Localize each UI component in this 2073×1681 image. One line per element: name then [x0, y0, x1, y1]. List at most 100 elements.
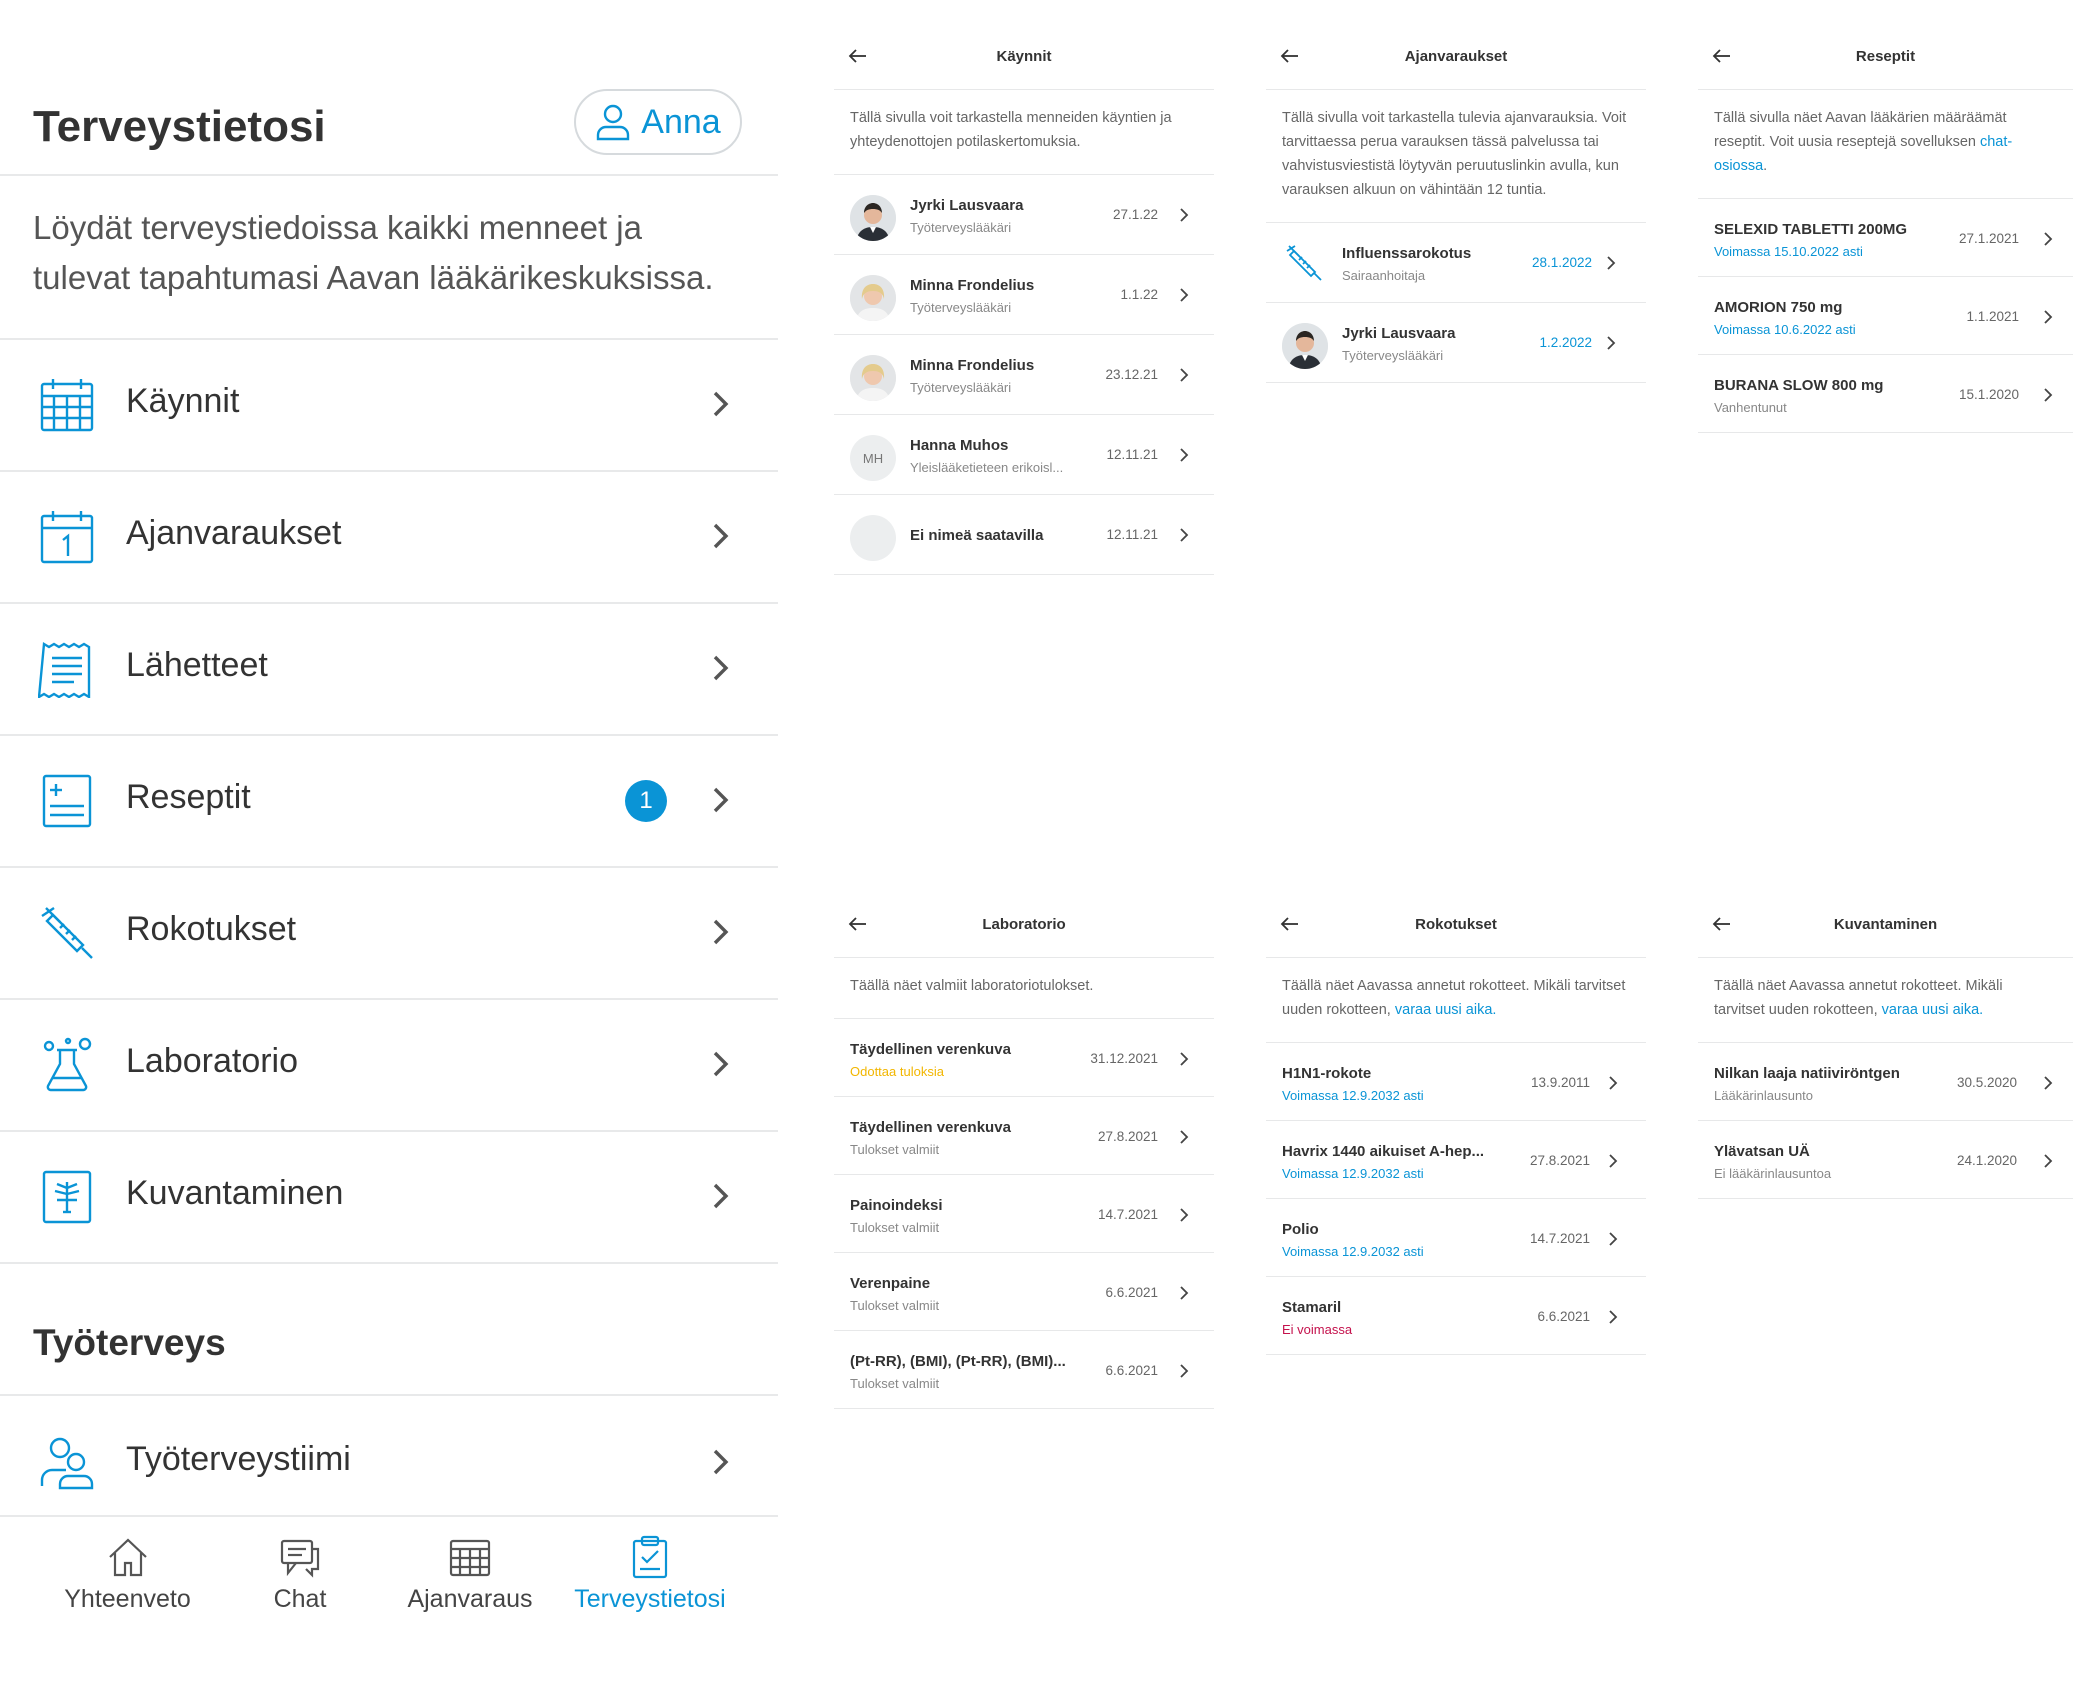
panel-header: Kuvantaminen [1698, 896, 2073, 958]
panel-title: Ajanvaraukset [1404, 48, 1508, 65]
row-name: Ylävatsan UÄ [1714, 1143, 1810, 1160]
list-item[interactable]: Täydellinen verenkuva Tulokset valmiit 2… [834, 1097, 1214, 1175]
chevron-right-icon [1180, 288, 1189, 302]
avatar-placeholder [850, 515, 896, 561]
row-subtitle: Lääkärinlausunto [1714, 1088, 1814, 1103]
row-date: 12.11.21 [1106, 527, 1158, 542]
row-name: SELEXID TABLETTI 200MG [1714, 221, 1908, 238]
list-item[interactable]: Ylävatsan UÄ Ei lääkärinlausuntoa 24.1.2… [1698, 1121, 2073, 1199]
profile-name: Anna [641, 102, 721, 141]
chevron-right-icon [713, 1183, 729, 1209]
list-item[interactable]: Influenssarokotus Sairaanhoitaja 28.1.20… [1266, 223, 1646, 303]
menu-item-laboratorio[interactable]: Laboratorio [0, 998, 778, 1130]
doctor-photo-icon [850, 355, 896, 401]
chevron-right-icon [2044, 1076, 2053, 1090]
panel-description: Tällä sivulla näet Aavan lääkärien määrä… [1698, 90, 2073, 199]
list-item[interactable]: Minna Frondelius Työterveyslääkäri 23.12… [834, 335, 1214, 415]
list-item[interactable]: Nilkan laaja natiiviröntgen Lääkärinlaus… [1698, 1043, 2073, 1121]
row-name: Jyrki Lausvaara [1342, 325, 1456, 342]
row-date: 1.1.22 [1120, 287, 1158, 302]
nav-chat[interactable]: Chat [250, 1517, 350, 1614]
doctor-photo-icon [850, 195, 896, 241]
menu-item-lahetteet[interactable]: Lähetteet [0, 602, 778, 734]
panel-description: Täällä näet Aavassa annetut rokotteet. M… [1266, 958, 1646, 1043]
row-name: Painoindeksi [850, 1197, 943, 1214]
list-item[interactable]: BURANA SLOW 800 mg Vanhentunut 15.1.2020 [1698, 355, 2073, 433]
list-item[interactable]: Ei nimeä saatavilla 12.11.21 [834, 495, 1214, 575]
chevron-right-icon [1180, 368, 1189, 382]
row-date: 6.6.2021 [1105, 1363, 1158, 1378]
list-item[interactable]: Stamaril Ei voimassa 6.6.2021 [1266, 1277, 1646, 1355]
menu-item-tyoterveystiimi[interactable]: Työterveystiimi [0, 1396, 778, 1528]
chevron-right-icon [713, 919, 729, 945]
user-icon [597, 104, 630, 141]
description-text: Tällä sivulla näet Aavan lääkärien määrä… [1714, 110, 2007, 150]
menu-item-ajanvaraukset[interactable]: Ajanvaraukset [0, 470, 778, 602]
panel-ajanvaraukset: Ajanvaraukset Tällä sivulla voit tarkast… [1266, 28, 1646, 383]
nav-label: Yhteenveto [64, 1585, 191, 1613]
nav-label: Terveystietosi [574, 1585, 726, 1613]
panel-header: Rokotukset [1266, 896, 1646, 958]
book-appointment-link[interactable]: varaa uusi aika. [1395, 1002, 1497, 1018]
book-appointment-link[interactable]: varaa uusi aika. [1882, 1002, 1984, 1018]
doctor-photo-icon [850, 275, 896, 321]
menu-item-rokotukset[interactable]: Rokotukset [0, 866, 778, 998]
list-item[interactable]: H1N1-rokote Voimassa 12.9.2032 asti 13.9… [1266, 1043, 1646, 1121]
row-subtitle: Tulokset valmiit [850, 1142, 940, 1157]
chat-icon [280, 1539, 320, 1578]
nav-yhteenveto[interactable]: Yhteenveto [55, 1517, 200, 1614]
list-item[interactable]: SELEXID TABLETTI 200MG Voimassa 15.10.20… [1698, 199, 2073, 277]
list-item[interactable]: AMORION 750 mg Voimassa 10.6.2022 asti 1… [1698, 277, 2073, 355]
calendar-icon [449, 1539, 491, 1577]
home-icon [108, 1538, 147, 1577]
panel-kuvantaminen: Kuvantaminen Täällä näet Aavassa annetut… [1698, 896, 2073, 1199]
panel-title: Reseptit [1855, 48, 1916, 65]
list-item[interactable]: Täydellinen verenkuva Odottaa tuloksia 3… [834, 1019, 1214, 1097]
chevron-right-icon [1609, 1076, 1618, 1090]
list-item[interactable]: Painoindeksi Tulokset valmiit 14.7.2021 [834, 1175, 1214, 1253]
nav-ajanvaraus[interactable]: Ajanvaraus [400, 1517, 540, 1614]
receipt-icon [38, 641, 91, 698]
row-date: 13.9.2011 [1530, 1075, 1590, 1090]
menu-item-reseptit[interactable]: Reseptit 1 [0, 734, 778, 866]
chevron-right-icon [2044, 388, 2053, 402]
panel-header: Laboratorio [834, 896, 1214, 958]
list-item[interactable]: MH Hanna Muhos Yleislääketieteen erikois… [834, 415, 1214, 495]
row-subtitle: Voimassa 15.10.2022 asti [1714, 244, 1863, 259]
menu-item-kaynnit[interactable]: Käynnit [0, 338, 778, 470]
row-date: 14.7.2021 [1097, 1207, 1158, 1222]
row-date: 6.6.2021 [1537, 1309, 1590, 1324]
list-item[interactable]: (Pt-RR), (BMI), (Pt-RR), (BMI)... Tuloks… [834, 1331, 1214, 1409]
panel-description: Tällä sivulla voit tarkastella menneiden… [834, 90, 1214, 175]
row-date: 1.1.2021 [1966, 309, 2019, 324]
panel-reseptit: Reseptit Tällä sivulla näet Aavan lääkär… [1698, 28, 2073, 433]
row-name: H1N1-rokote [1282, 1065, 1372, 1082]
chevron-right-icon [1180, 1208, 1189, 1222]
list-item[interactable]: Minna Frondelius Työterveyslääkäri 1.1.2… [834, 255, 1214, 335]
row-name: Polio [1282, 1221, 1319, 1238]
menu-label: Reseptit [126, 778, 251, 816]
chevron-right-icon [1607, 336, 1616, 350]
intro-text: Löydät terveystiedoissa kaikki menneet j… [33, 209, 714, 296]
menu-item-kuvantaminen[interactable]: Kuvantaminen [0, 1130, 778, 1262]
list-item[interactable]: Verenpaine Tulokset valmiit 6.6.2021 [834, 1253, 1214, 1331]
list-item[interactable]: Jyrki Lausvaara Työterveyslääkäri 27.1.2… [834, 175, 1214, 255]
profile-button[interactable]: Anna [574, 89, 742, 155]
nav-terveystietosi[interactable]: Terveystietosi [565, 1517, 735, 1614]
calendar-day-icon [40, 511, 94, 564]
row-subtitle: Työterveyslääkäri [910, 220, 1012, 235]
xray-icon [42, 1170, 92, 1224]
list-item[interactable]: Polio Voimassa 12.9.2032 asti 14.7.2021 [1266, 1199, 1646, 1277]
menu-label: Ajanvaraukset [126, 514, 342, 552]
chevron-right-icon [1180, 1286, 1189, 1300]
chevron-right-icon [1609, 1154, 1618, 1168]
flask-icon [43, 1037, 92, 1092]
row-subtitle: Odottaa tuloksia [850, 1064, 944, 1079]
description-text: . [1763, 158, 1768, 174]
list-item[interactable]: Jyrki Lausvaara Työterveyslääkäri 1.2.20… [1266, 303, 1646, 383]
panel-laboratorio: Laboratorio Täällä näet valmiit laborato… [834, 896, 1214, 1409]
row-name: Minna Frondelius [910, 277, 1035, 294]
chevron-right-icon [1609, 1310, 1618, 1324]
list-item[interactable]: Havrix 1440 aikuiset A-hep... Voimassa 1… [1266, 1121, 1646, 1199]
avatar [850, 275, 896, 321]
